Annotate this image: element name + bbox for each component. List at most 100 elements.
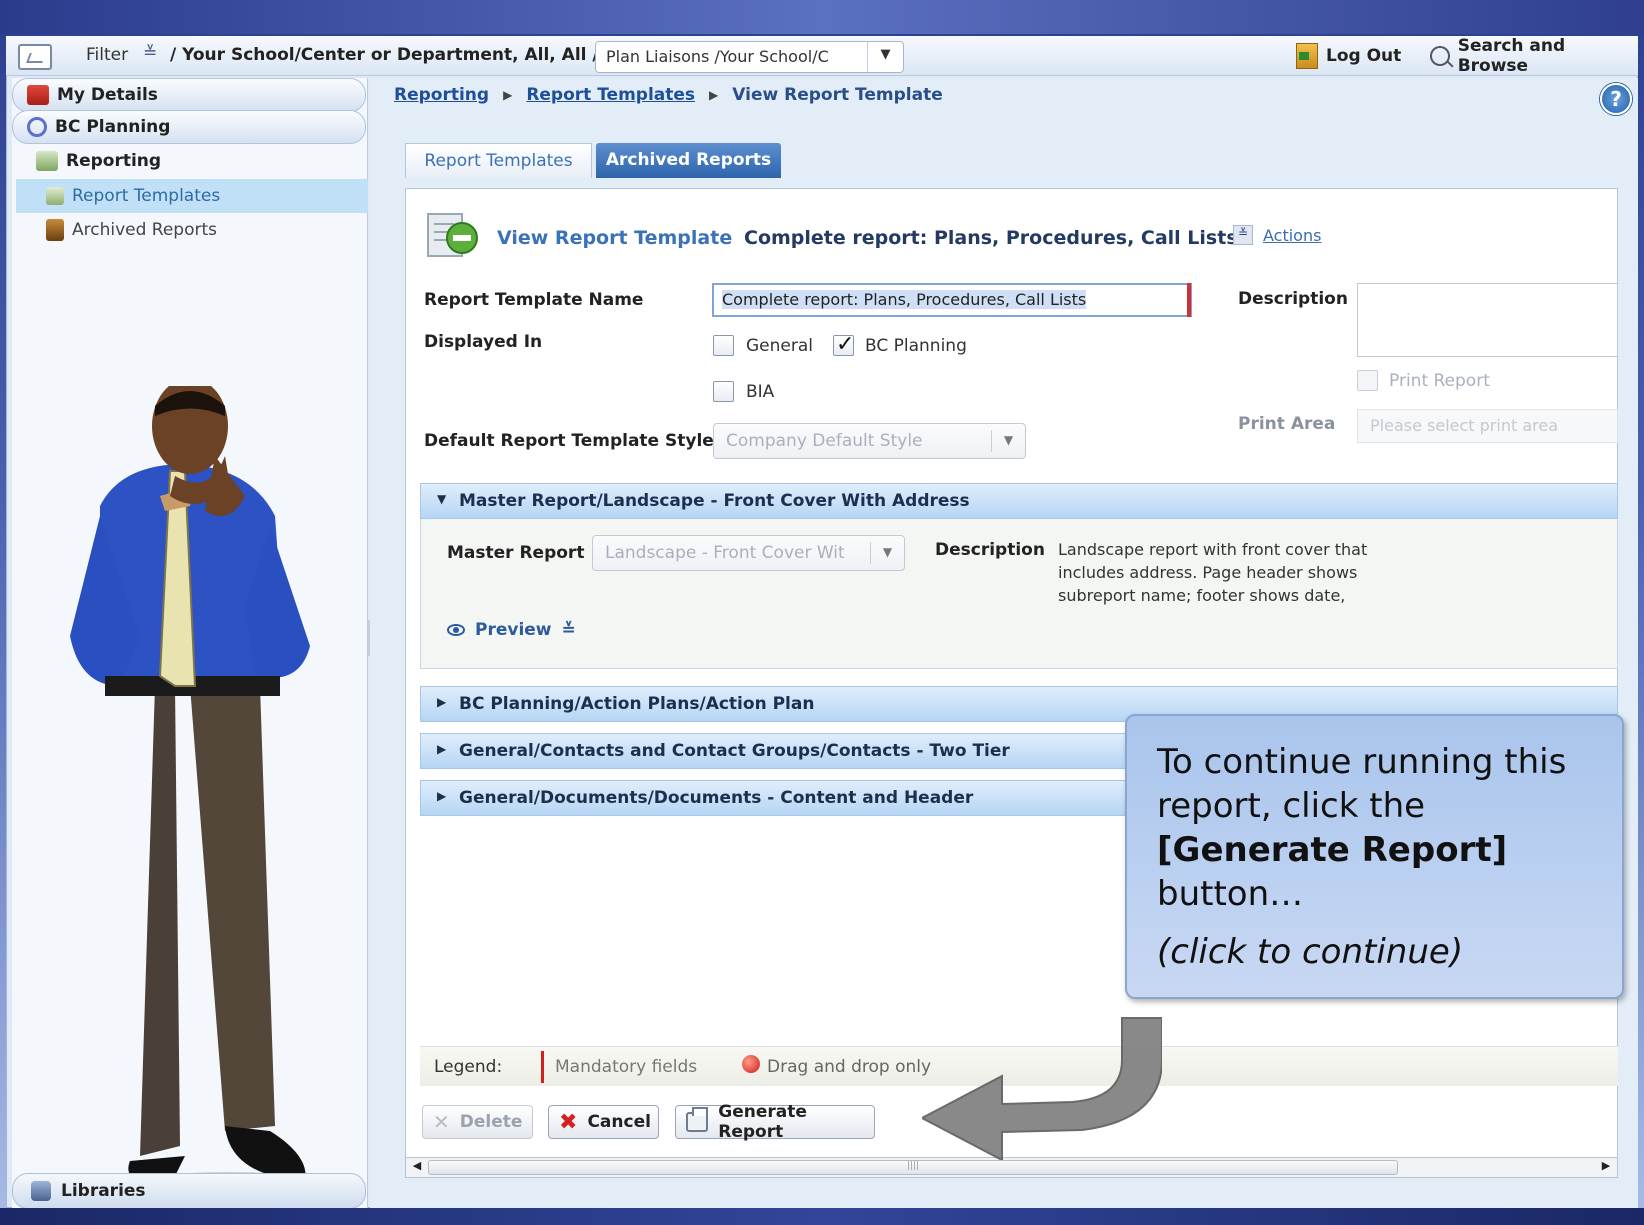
close-icon: ✕ (433, 1110, 450, 1134)
printer-icon (686, 1107, 709, 1132)
print-area-label: Print Area (1238, 414, 1336, 434)
tab-archived-reports[interactable]: Archived Reports (596, 143, 781, 178)
search-browse-button[interactable]: Search and Browse (1430, 36, 1638, 76)
delete-button[interactable]: ✕ Delete (422, 1105, 533, 1139)
mandatory-marker (541, 1051, 544, 1083)
tutorial-callout[interactable]: To continue running this report, click t… (1125, 714, 1624, 999)
logout-label: Log Out (1326, 46, 1402, 66)
chevron-down-icon[interactable]: ≚ (562, 620, 576, 640)
callout-text: To continue running this report, click t… (1157, 742, 1567, 826)
generate-report-button[interactable]: Generate Report (675, 1102, 875, 1142)
tab-report-templates[interactable]: Report Templates (405, 143, 592, 178)
template-name-value: Complete report: Plans, Procedures, Call… (722, 290, 1087, 309)
books-icon (31, 1181, 51, 1201)
view-template-icon (427, 213, 478, 257)
eye-icon (447, 624, 465, 636)
description-textarea[interactable] (1357, 283, 1618, 357)
page-subtitle: Complete report: Plans, Procedures, Call… (744, 227, 1238, 249)
general-checkbox[interactable] (713, 335, 734, 356)
libraries-button[interactable]: Libraries (12, 1173, 366, 1209)
collapsed-triangle-icon: ▶ (437, 742, 447, 756)
section-title: General/Documents/Documents - Content an… (459, 788, 974, 808)
template-name-label: Report Template Name (424, 290, 644, 310)
archive-icon (46, 219, 64, 241)
plan-select-value: Plan Liaisons /Your School/C (606, 47, 829, 66)
search-icon (1430, 46, 1450, 66)
collapsed-triangle-icon: ▶ (437, 789, 447, 803)
plan-select[interactable]: Plan Liaisons /Your School/C ▼ (595, 41, 904, 73)
filter-path: / Your School/Center or Department, All,… (170, 45, 599, 65)
template-style-select[interactable]: Company Default Style ▼ (713, 423, 1026, 459)
filter-chevron-icon[interactable]: ≚ (143, 43, 157, 63)
sidebar-item-label: BC Planning (55, 117, 171, 137)
breadcrumb-report-templates[interactable]: Report Templates (526, 85, 695, 105)
cancel-label: Cancel (587, 1112, 651, 1132)
presenter-illustration (70, 386, 340, 1200)
chevron-down-icon[interactable]: ▼ (870, 542, 904, 564)
chevron-down-icon[interactable]: ▼ (991, 430, 1025, 452)
logout-icon (1296, 43, 1318, 69)
cycle-icon (27, 117, 47, 137)
master-report-label: Master Report (447, 543, 585, 563)
general-label: General (746, 336, 813, 356)
briefcase-icon (27, 85, 49, 105)
pointer-arrow (922, 1017, 1162, 1160)
chevron-down-icon[interactable]: ≚ (1233, 225, 1253, 245)
callout-bold: [Generate Report] (1157, 830, 1508, 870)
sidebar-item-report-templates[interactable]: Report Templates (16, 179, 368, 213)
page-title: View Report Template (497, 227, 733, 249)
drag-drop-icon (742, 1055, 760, 1073)
bia-label: BIA (746, 382, 775, 402)
report-icon (36, 151, 58, 171)
libraries-label: Libraries (61, 1181, 146, 1201)
logout-button[interactable]: Log Out (1296, 41, 1401, 71)
callout-text-2: button… (1157, 874, 1304, 914)
print-report-checkbox[interactable] (1357, 370, 1378, 391)
actions-link[interactable]: Actions (1263, 226, 1321, 245)
top-toolbar: Filter ≚ / Your School/Center or Departm… (6, 36, 1638, 76)
sidebar-item-label: Reporting (66, 151, 162, 171)
breadcrumb-reporting[interactable]: Reporting (394, 85, 489, 105)
sidebar-item-archived-reports[interactable]: Archived Reports (16, 213, 368, 247)
bc-planning-checkbox[interactable] (833, 332, 854, 357)
preview-button[interactable]: Preview ≚ (447, 620, 576, 640)
delete-label: Delete (459, 1112, 523, 1132)
horizontal-scrollbar[interactable]: ◀ |||| ▶ (405, 1157, 1618, 1178)
legend-mandatory: Mandatory fields (555, 1057, 698, 1077)
breadcrumb: Reporting ▶ Report Templates ▶ View Repo… (394, 85, 943, 105)
mandatory-marker (1187, 283, 1191, 317)
sidebar-item-label: Archived Reports (72, 220, 218, 240)
preview-label: Preview (475, 620, 552, 640)
template-style-label: Default Report Template Style (424, 431, 714, 451)
cancel-button[interactable]: ✖ Cancel (548, 1105, 659, 1139)
callout-click-continue: (click to continue) (1157, 932, 1464, 972)
sidebar-item-bc-planning[interactable]: BC Planning (12, 110, 366, 144)
template-name-input[interactable]: Complete report: Plans, Procedures, Call… (712, 283, 1192, 317)
print-report-label: Print Report (1389, 371, 1490, 391)
chevron-down-icon[interactable]: ▼ (867, 42, 903, 72)
legend-label: Legend: (434, 1057, 503, 1077)
expanded-triangle-icon: ▼ (437, 492, 447, 506)
master-description-text: Landscape report with front cover that i… (1058, 540, 1368, 605)
section-title: BC Planning/Action Plans/Action Plan (459, 694, 815, 714)
actions-menu[interactable]: ≚ Actions (1233, 225, 1321, 245)
bia-checkbox[interactable] (713, 381, 734, 402)
breadcrumb-current: View Report Template (732, 85, 943, 105)
help-icon[interactable]: ? (1600, 83, 1632, 115)
scroll-left-icon[interactable]: ◀ (408, 1159, 426, 1176)
scroll-thumb[interactable]: |||| (428, 1160, 1398, 1175)
legend-drag-drop: Drag and drop only (767, 1057, 932, 1077)
section-master-report[interactable]: ▼ Master Report/Landscape - Front Cover … (420, 483, 1618, 519)
panel-toggle-icon[interactable] (18, 44, 52, 70)
top-band (0, 0, 1644, 34)
sidebar-item-reporting[interactable]: Reporting (16, 144, 368, 178)
section-title: General/Contacts and Contact Groups/Cont… (459, 741, 1010, 761)
print-area-select[interactable]: Please select print area (1357, 409, 1618, 443)
breadcrumb-arrow-icon: ▶ (503, 88, 513, 102)
filter-label[interactable]: Filter (86, 45, 128, 65)
template-icon (46, 187, 64, 205)
scroll-right-icon[interactable]: ▶ (1597, 1159, 1615, 1176)
generate-report-label: Generate Report (718, 1102, 807, 1142)
sidebar-item-my-details[interactable]: My Details (12, 78, 366, 112)
master-report-select[interactable]: Landscape - Front Cover Wit ▼ (592, 535, 905, 571)
